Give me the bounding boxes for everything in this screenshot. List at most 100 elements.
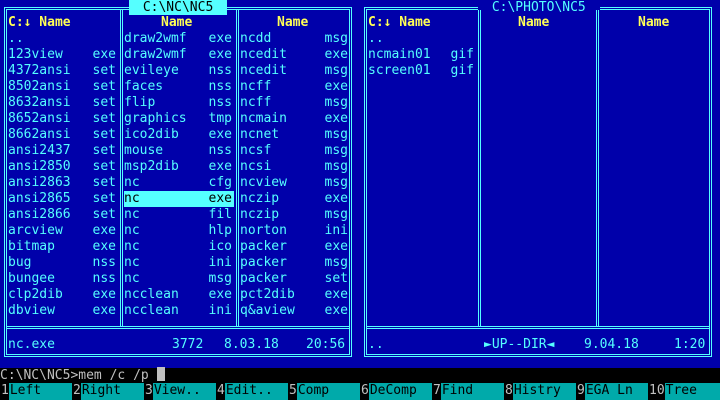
file-entry[interactable]: ncsf msg xyxy=(240,143,350,159)
left-col1-header[interactable]: C:↓ Name xyxy=(8,15,120,31)
fkey-tree[interactable]: 10 Tree xyxy=(648,383,720,400)
file-entry[interactable]: ncmain exe xyxy=(240,111,350,127)
file-name: packer xyxy=(240,255,287,270)
file-entry[interactable]: bitmap exe xyxy=(8,239,118,255)
left-status-filename: nc.exe xyxy=(8,337,55,352)
file-entry[interactable]: 123view exe xyxy=(8,47,118,63)
file-entry[interactable]: nczip msg xyxy=(240,207,350,223)
file-entry[interactable]: draw2wmf exe xyxy=(124,47,234,63)
file-entry[interactable]: 8632ansi set xyxy=(8,95,118,111)
file-extension: exe xyxy=(92,239,116,254)
file-name: ncmain xyxy=(240,111,287,126)
left-col2-header[interactable]: Name xyxy=(161,15,231,31)
file-name: ico2dib xyxy=(124,127,179,142)
command-line[interactable]: C:\NC\NC5>mem /c /p xyxy=(0,367,720,383)
file-entry[interactable]: .. xyxy=(8,31,118,47)
fkey-label: Tree xyxy=(664,383,720,400)
file-entry[interactable]: norton ini xyxy=(240,223,350,239)
file-extension: set xyxy=(92,191,116,206)
file-extension: msg xyxy=(324,95,348,110)
fkey-right[interactable]: 2 Right xyxy=(72,383,144,400)
file-entry[interactable]: packer exe xyxy=(240,239,350,255)
file-entry[interactable]: nczip exe xyxy=(240,191,350,207)
left-col3-header[interactable]: Name xyxy=(277,15,347,31)
file-entry[interactable]: 8652ansi set xyxy=(8,111,118,127)
file-entry[interactable]: bug nss xyxy=(8,255,118,271)
file-entry[interactable]: nc ico xyxy=(124,239,234,255)
right-col1-header[interactable]: C:↓ Name xyxy=(368,15,478,31)
file-entry[interactable]: ncff exe xyxy=(240,79,350,95)
fkey-number: 1 xyxy=(0,383,9,400)
file-entry[interactable]: ncclean exe xyxy=(124,287,234,303)
file-entry[interactable]: q&aview exe xyxy=(240,303,350,319)
left-panel[interactable]: C:\NC\NC5 C:↓ Name Name Name .. 123view ex… xyxy=(0,0,360,368)
file-entry[interactable]: pct2dib exe xyxy=(240,287,350,303)
file-entry[interactable]: graphics tmp xyxy=(124,111,234,127)
file-entry[interactable]: packer msg xyxy=(240,255,350,271)
file-name: 8502ansi xyxy=(8,79,71,94)
file-name: nc xyxy=(124,191,140,206)
file-entry-selected[interactable]: nc exe xyxy=(124,191,234,207)
right-status-date: 9.04.18 xyxy=(584,337,639,352)
file-entry[interactable]: dbview exe xyxy=(8,303,118,319)
fkey-edit[interactable]: 4 Edit.. xyxy=(216,383,288,400)
right-col3-header[interactable]: Name xyxy=(638,15,708,31)
fkey-left[interactable]: 1 Left xyxy=(0,383,72,400)
file-name: ansi2865 xyxy=(8,191,71,206)
file-entry[interactable]: ansi2850 set xyxy=(8,159,118,175)
file-entry[interactable]: clp2dib exe xyxy=(8,287,118,303)
file-entry[interactable]: packer set xyxy=(240,271,350,287)
file-entry[interactable]: evileye nss xyxy=(124,63,234,79)
file-extension: set xyxy=(324,271,348,286)
file-extension: msg xyxy=(324,159,348,174)
file-entry[interactable]: ncsi msg xyxy=(240,159,350,175)
fkey-number: 3 xyxy=(144,383,153,400)
file-entry[interactable]: ansi2863 set xyxy=(8,175,118,191)
file-entry[interactable]: nc fil xyxy=(124,207,234,223)
file-entry[interactable]: ansi2866 set xyxy=(8,207,118,223)
file-entry[interactable]: ansi2865 set xyxy=(8,191,118,207)
file-entry[interactable]: screen01 gif xyxy=(368,63,476,79)
file-entry[interactable]: faces nss xyxy=(124,79,234,95)
file-name: 8662ansi xyxy=(8,127,71,142)
file-entry[interactable]: bungee nss xyxy=(8,271,118,287)
file-entry[interactable]: ico2dib exe xyxy=(124,127,234,143)
fkey-view[interactable]: 3 View.. xyxy=(144,383,216,400)
fkey-find[interactable]: 7 Find xyxy=(432,383,504,400)
file-name: ncclean xyxy=(124,303,179,318)
fkey-decomp[interactable]: 6 DeComp xyxy=(360,383,432,400)
file-entry[interactable]: 8502ansi set xyxy=(8,79,118,95)
file-entry[interactable]: ncdd msg xyxy=(240,31,350,47)
file-entry[interactable]: nc msg xyxy=(124,271,234,287)
file-extension: gif xyxy=(450,63,474,78)
file-name: draw2wmf xyxy=(124,31,187,46)
file-entry[interactable]: 8662ansi set xyxy=(8,127,118,143)
file-entry[interactable]: .. xyxy=(368,31,476,47)
file-entry[interactable]: ansi2437 set xyxy=(8,143,118,159)
file-entry[interactable]: arcview exe xyxy=(8,223,118,239)
file-entry[interactable]: ncedit exe xyxy=(240,47,350,63)
file-entry[interactable]: ncmain01 gif xyxy=(368,47,476,63)
fkey-ega-lines[interactable]: 9 EGA Ln xyxy=(576,383,648,400)
file-entry[interactable]: 4372ansi set xyxy=(8,63,118,79)
file-name: packer xyxy=(240,239,287,254)
right-panel[interactable]: C:\PHOTO\NC5 C:↓ Name Name Name .. ncmain… xyxy=(360,0,720,368)
file-entry[interactable]: msp2dib exe xyxy=(124,159,234,175)
file-entry[interactable]: ncnet msg xyxy=(240,127,350,143)
file-entry[interactable]: flip nss xyxy=(124,95,234,111)
file-extension: exe xyxy=(92,223,116,238)
file-entry[interactable]: ncclean ini xyxy=(124,303,234,319)
fkey-history[interactable]: 8 Histry xyxy=(504,383,576,400)
file-entry[interactable]: nc ini xyxy=(124,255,234,271)
file-name: pct2dib xyxy=(240,287,295,302)
command-input[interactable]: mem /c /p xyxy=(78,368,148,383)
file-entry[interactable]: draw2wmf exe xyxy=(124,31,234,47)
file-entry[interactable]: nc cfg xyxy=(124,175,234,191)
file-entry[interactable]: ncedit msg xyxy=(240,63,350,79)
fkey-comp[interactable]: 5 Comp xyxy=(288,383,360,400)
file-entry[interactable]: ncff msg xyxy=(240,95,350,111)
file-entry[interactable]: ncview msg xyxy=(240,175,350,191)
file-entry[interactable]: nc hlp xyxy=(124,223,234,239)
file-entry[interactable]: mouse nss xyxy=(124,143,234,159)
right-col2-header[interactable]: Name xyxy=(518,15,588,31)
